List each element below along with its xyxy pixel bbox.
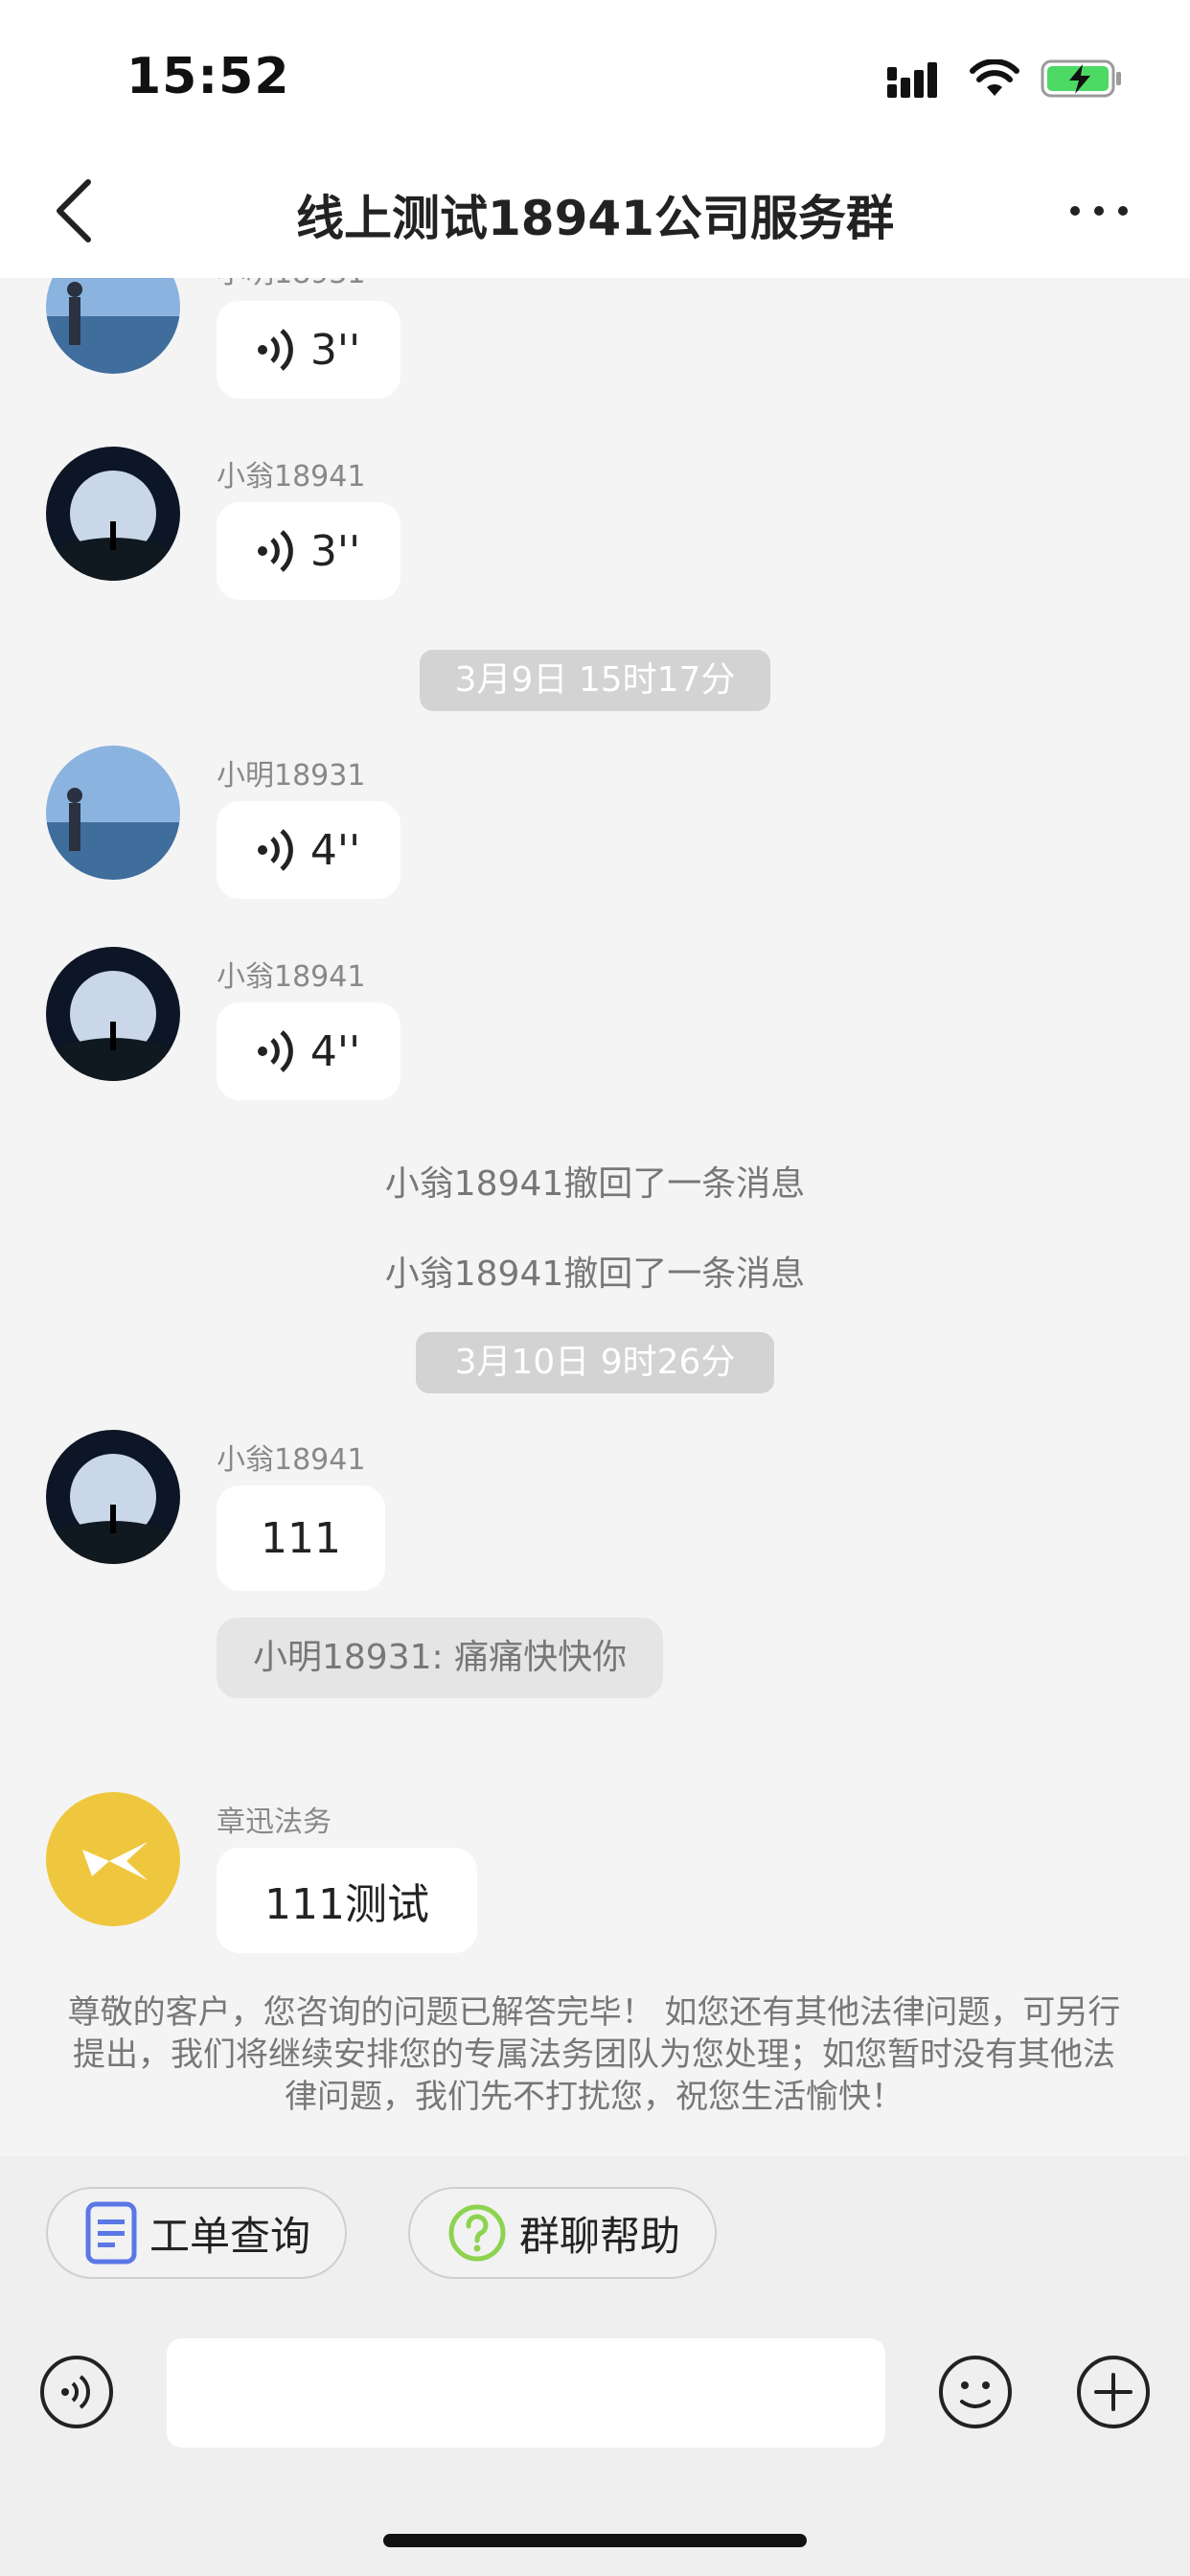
- voice-wave-icon: [257, 1030, 293, 1072]
- document-icon: [85, 2201, 137, 2265]
- voice-duration: 3'': [309, 526, 361, 576]
- sender-name: 小翁18941: [217, 960, 366, 994]
- emoji-icon[interactable]: [937, 2354, 1014, 2430]
- sender-name: 小翁18941: [217, 1443, 366, 1477]
- battery-charging-icon: [1041, 59, 1121, 98]
- brand-logo-icon: [82, 1842, 148, 1880]
- quoted-message[interactable]: 小明18931: 痛痛快快你: [217, 1618, 664, 1698]
- wifi-icon: [970, 59, 1019, 96]
- voice-message[interactable]: 3'': [217, 502, 400, 600]
- ticket-query-label: 工单查询: [149, 2212, 311, 2260]
- text-message[interactable]: 111测试: [217, 1848, 477, 1953]
- sender-name: 小明18931: [217, 278, 365, 291]
- input-bar: [0, 2300, 1190, 2576]
- voice-duration: 4'': [309, 825, 361, 875]
- avatar[interactable]: [46, 947, 180, 1081]
- avatar[interactable]: [46, 447, 180, 581]
- more-icon[interactable]: [1065, 192, 1133, 230]
- page-title: 线上测试18941公司服务群: [296, 191, 894, 246]
- voice-message[interactable]: 3'': [217, 301, 400, 399]
- voice-wave-icon: [257, 829, 293, 871]
- system-message: 小翁18941撤回了一条消息: [384, 1164, 806, 1204]
- home-indicator: [383, 2534, 807, 2547]
- voice-message[interactable]: 4'': [217, 1002, 400, 1100]
- voice-duration: 3'': [309, 325, 361, 375]
- chat-area[interactable]: 小明18931 3'' 小翁18941 3'' 3月9日 15时: [0, 278, 1190, 2156]
- message-input[interactable]: [167, 2338, 885, 2448]
- system-message: 小翁18941撤回了一条消息: [384, 1254, 806, 1294]
- status-icons: [887, 58, 1123, 100]
- group-help-button[interactable]: 群聊帮助: [408, 2187, 718, 2279]
- voice-input-icon[interactable]: [38, 2354, 115, 2430]
- sender-name: 小翁18941: [217, 460, 366, 494]
- sender-name: 小明18931: [217, 759, 366, 793]
- avatar[interactable]: [46, 746, 180, 880]
- quick-actions-bar: 工单查询 群聊帮助: [0, 2156, 1190, 2300]
- voice-wave-icon: [257, 530, 293, 572]
- avatar[interactable]: [46, 1792, 180, 1926]
- timestamp: 3月9日 15时17分: [420, 650, 770, 711]
- avatar[interactable]: [46, 278, 180, 374]
- avatar[interactable]: [46, 1430, 180, 1564]
- status-time: 15:52: [126, 48, 290, 105]
- ticket-query-button[interactable]: 工单查询: [46, 2187, 348, 2279]
- add-icon[interactable]: [1075, 2354, 1152, 2430]
- timestamp: 3月10日 9时26分: [416, 1332, 774, 1393]
- help-icon: [448, 2204, 506, 2262]
- sender-name: 章迅法务: [217, 1806, 332, 1839]
- voice-duration: 4'': [309, 1026, 361, 1076]
- top-bar: 15:52 线上测试18941公司服务群: [0, 0, 1190, 278]
- voice-wave-icon: [257, 329, 293, 371]
- voice-message[interactable]: 4'': [217, 801, 400, 899]
- text-message[interactable]: 111: [217, 1485, 385, 1591]
- signal-icon: [887, 62, 937, 98]
- group-help-label: 群聊帮助: [519, 2212, 681, 2260]
- service-notice: 尊敬的客户，您咨询的问题已解答完毕！ 如您还有其他法律问题，可另行提出，我们将继…: [67, 1993, 1121, 2116]
